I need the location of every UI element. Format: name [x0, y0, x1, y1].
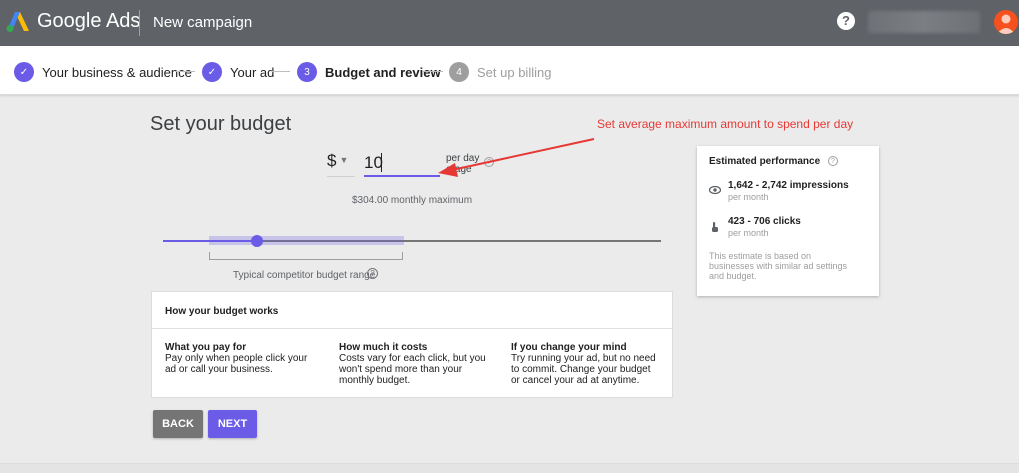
clicks-period: per month: [728, 228, 769, 238]
account-info-redacted[interactable]: [868, 11, 980, 33]
column-line: Try running your ad, but no need: [511, 353, 656, 364]
column-line: Costs vary for each click, but you: [339, 353, 486, 364]
column-heading: If you change your mind: [511, 342, 627, 353]
column-heading: What you pay for: [165, 342, 247, 353]
help-circle-icon[interactable]: ?: [367, 268, 378, 279]
page-title: Set your budget: [150, 113, 292, 135]
step-label: Budget and review: [325, 64, 441, 80]
impressions-value: 1,642 - 2,742 impressions: [728, 180, 849, 191]
step-number: 3: [297, 62, 317, 82]
step-connector: [423, 71, 443, 72]
info-column-cost: How much it costs Costs vary for each cl…: [339, 342, 486, 386]
progress-stepper: ✓ Your business & audience ✓ Your ad 3 B…: [0, 46, 1019, 95]
column-heading: How much it costs: [339, 342, 428, 353]
competitor-range-label: Typical competitor budget range: [233, 270, 376, 281]
step-billing[interactable]: 4 Set up billing: [449, 62, 551, 82]
note-line: and budget.: [709, 271, 757, 281]
step-number: 4: [449, 62, 469, 82]
column-line: ad or call your business.: [165, 364, 273, 375]
currency-select[interactable]: $ ▼: [327, 151, 355, 177]
currency-symbol: $: [327, 151, 337, 170]
brand-name[interactable]: Google Ads: [37, 10, 140, 33]
avatar-person-icon: [997, 14, 1015, 34]
step-label: Set up billing: [477, 64, 552, 80]
per-day-text: per day: [446, 153, 480, 164]
per-day-label: per day erage: [446, 153, 479, 175]
info-column-pay: What you pay for Pay only when people cl…: [165, 342, 307, 375]
daily-budget-input[interactable]: [364, 151, 440, 177]
column-line: or cancel your ad at anytime.: [511, 375, 640, 386]
help-icon[interactable]: ?: [837, 12, 855, 30]
card-divider: [152, 328, 672, 329]
step-budget-review[interactable]: 3 Budget and review: [297, 62, 441, 82]
column-line: Pay only when people click your: [165, 353, 308, 364]
budget-info-card: How your budget works What you pay for P…: [151, 291, 673, 398]
budget-slider-thumb[interactable]: [251, 235, 263, 247]
note-line: businesses with similar ad settings: [709, 261, 848, 271]
eye-icon: [709, 185, 721, 195]
google-ads-logo-icon[interactable]: [6, 11, 30, 33]
check-icon: ✓: [202, 62, 222, 82]
step-your-ad[interactable]: ✓ Your ad: [202, 62, 274, 82]
column-line: monthly budget.: [339, 375, 411, 386]
column-line: to commit. Change your budget: [511, 364, 651, 375]
step-connector: [272, 71, 290, 72]
clicks-value: 423 - 706 clicks: [728, 216, 801, 227]
card-title: How your budget works: [165, 306, 279, 317]
column-line: won't spend more than your: [339, 364, 463, 375]
avatar[interactable]: [994, 10, 1018, 34]
step-business-audience[interactable]: ✓ Your business & audience: [14, 62, 192, 82]
annotation-text: Set average maximum amount to spend per …: [597, 117, 854, 131]
budget-slider-fill: [163, 240, 257, 242]
footer-band: [0, 463, 1019, 473]
help-circle-icon[interactable]: ?: [484, 157, 494, 167]
average-text: erage: [446, 164, 472, 175]
step-label: Your ad: [230, 64, 275, 80]
next-button[interactable]: NEXT: [208, 410, 257, 438]
check-icon: ✓: [14, 62, 34, 82]
text-cursor: [381, 153, 382, 172]
step-connector: [175, 71, 195, 72]
monthly-maximum: $304.00 monthly maximum: [352, 195, 473, 206]
step-label: Your business & audience: [42, 64, 192, 80]
pointer-icon: [712, 222, 718, 232]
caret-down-icon: ▼: [339, 155, 349, 165]
impressions-period: per month: [728, 192, 769, 202]
estimate-note: This estimate is based on businesses wit…: [709, 251, 873, 281]
estimated-performance-card: Estimated performance ? 1,642 - 2,742 im…: [697, 146, 879, 296]
header-divider: [139, 10, 140, 36]
top-app-bar: Google Ads New campaign ?: [0, 0, 1019, 46]
range-bracket: [209, 252, 403, 260]
help-circle-icon[interactable]: ?: [828, 156, 838, 166]
note-line: This estimate is based on: [709, 251, 812, 261]
page-name: New campaign: [153, 14, 253, 31]
performance-title: Estimated performance: [709, 156, 821, 167]
info-column-change: If you change your mind Try running your…: [511, 342, 656, 386]
back-button[interactable]: BACK: [153, 410, 203, 438]
